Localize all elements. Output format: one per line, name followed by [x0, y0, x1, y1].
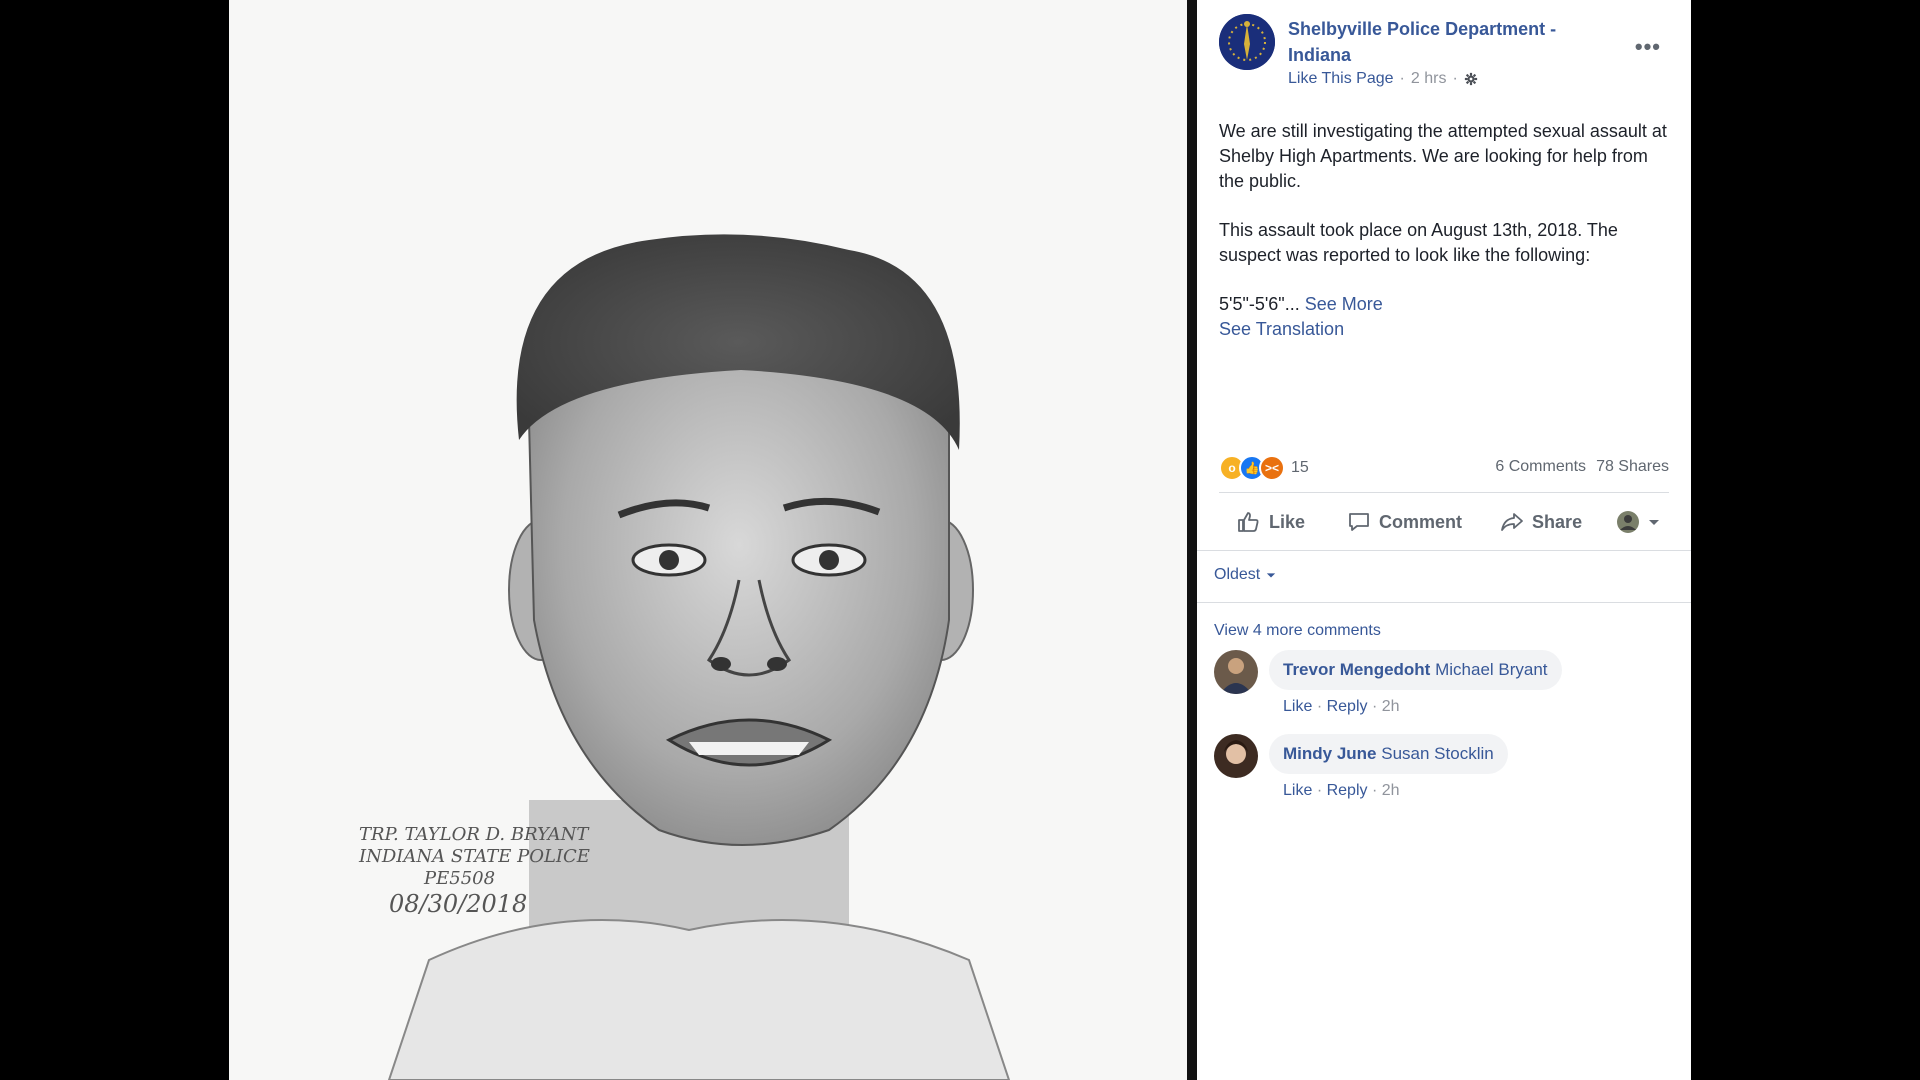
comment-time[interactable]: 2h — [1382, 698, 1400, 715]
comment-actions: Like · Reply · 2h — [1283, 698, 1400, 716]
comment-author[interactable]: Mindy June — [1283, 744, 1377, 763]
divider — [1197, 550, 1691, 551]
indiana-flag-icon — [1219, 14, 1275, 70]
like-button-label: Like — [1269, 511, 1306, 532]
meta-dot: · — [1399, 70, 1405, 87]
comments-count[interactable]: 6 Comments — [1495, 458, 1586, 476]
post-meta: Like This Page · 2 hrs · — [1288, 70, 1478, 88]
reaction-count[interactable]: 15 — [1291, 459, 1309, 477]
chevron-down-icon — [1649, 520, 1660, 525]
reactions-summary[interactable]: o 👍 >< 15 — [1219, 455, 1309, 481]
chevron-down-icon — [1267, 573, 1276, 578]
shares-count[interactable]: 78 Shares — [1596, 458, 1669, 476]
identity-selector[interactable] — [1616, 510, 1660, 534]
post-time[interactable]: 2 hrs — [1411, 70, 1447, 88]
comment-time[interactable]: 2h — [1382, 782, 1400, 799]
view-more-comments-link[interactable]: View 4 more comments — [1214, 622, 1381, 640]
divider — [1197, 602, 1691, 603]
angry-reaction-icon: >< — [1259, 455, 1285, 481]
post-stats: o 👍 >< 15 6 Comments 78 Shares — [1219, 455, 1669, 481]
page-avatar[interactable] — [1219, 14, 1275, 70]
comment-bubble: Mindy June Susan Stocklin — [1269, 734, 1508, 774]
comment-like-link[interactable]: Like — [1283, 782, 1312, 799]
user-avatar-icon — [1617, 511, 1640, 533]
share-button[interactable]: Share — [1500, 510, 1582, 534]
comment-actions-dot: · — [1316, 698, 1327, 715]
meta-dot: · — [1452, 70, 1458, 87]
user-photo-icon — [1214, 650, 1258, 694]
post-body: We are still investigating the attempted… — [1219, 119, 1669, 342]
see-translation-link[interactable]: See Translation — [1219, 317, 1669, 342]
stats-counts: 6 Comments 78 Shares — [1495, 458, 1669, 476]
comment-tagged-user[interactable]: Michael Bryant — [1435, 660, 1547, 679]
post-actions: Like Comment Share — [1219, 500, 1669, 544]
comment-button-label: Comment — [1379, 511, 1463, 532]
commenter-avatar[interactable] — [1214, 734, 1258, 778]
post-paragraph-2: This assault took place on August 13th, … — [1219, 220, 1618, 265]
page-name[interactable]: Shelbyville Police Department - Indiana — [1288, 16, 1608, 68]
post-paragraph-1: We are still investigating the attempted… — [1219, 121, 1667, 191]
thumbs-up-icon — [1238, 512, 1259, 532]
commenter-avatar[interactable] — [1214, 650, 1258, 694]
comment-actions: Like · Reply · 2h — [1283, 782, 1400, 800]
comment-reply-link[interactable]: Reply — [1327, 698, 1368, 715]
post-paragraph-3-text: 5'5"-5'6"... — [1219, 294, 1300, 314]
comment-actions-dot: · — [1371, 782, 1382, 799]
comment-bubble-icon — [1349, 513, 1369, 531]
comment-like-link[interactable]: Like — [1283, 698, 1312, 715]
share-arrow-icon — [1501, 513, 1523, 531]
like-page-link[interactable]: Like This Page — [1288, 70, 1394, 88]
post-sidebar: Shelbyville Police Department - Indiana … — [1197, 0, 1691, 1080]
comment-author[interactable]: Trevor Mengedoht — [1283, 660, 1430, 679]
see-more-link[interactable]: See More — [1305, 294, 1383, 314]
share-button-label: Share — [1532, 511, 1583, 532]
comment-reply-link[interactable]: Reply — [1327, 782, 1368, 799]
comment-sort-dropdown[interactable]: Oldest — [1214, 566, 1276, 584]
viewer-separator — [1187, 0, 1197, 1080]
comment-bubble: Trevor Mengedoht Michael Bryant — [1269, 650, 1562, 690]
signature-line-2: INDIANA STATE POLICE — [358, 846, 590, 867]
audience-gear-icon[interactable] — [1464, 72, 1478, 86]
comment-sort-label: Oldest — [1214, 566, 1261, 583]
signature-line-1: TRP. TAYLOR D. BRYANT — [359, 824, 590, 845]
post-header: Shelbyville Police Department - Indiana … — [1219, 14, 1679, 94]
post-paragraph-3: 5'5"-5'6"... See More — [1219, 292, 1669, 317]
divider — [1219, 492, 1669, 493]
user-photo-icon — [1214, 734, 1258, 778]
comment-button[interactable]: Comment — [1347, 510, 1462, 534]
comment-actions-dot: · — [1316, 782, 1327, 799]
like-button[interactable]: Like — [1237, 510, 1305, 534]
suspect-sketch-photo[interactable]: TRP. TAYLOR D. BRYANT INDIANA STATE POLI… — [229, 0, 1187, 1080]
ellipsis-icon[interactable]: ••• — [1635, 34, 1661, 60]
signature-line-4: 08/30/2018 — [389, 890, 527, 918]
comment-actions-dot: · — [1371, 698, 1382, 715]
comment-tagged-user[interactable]: Susan Stocklin — [1381, 744, 1493, 763]
signature-line-3: PE5508 — [423, 868, 495, 889]
pencil-sketch-image: TRP. TAYLOR D. BRYANT INDIANA STATE POLI… — [358, 234, 1011, 1080]
